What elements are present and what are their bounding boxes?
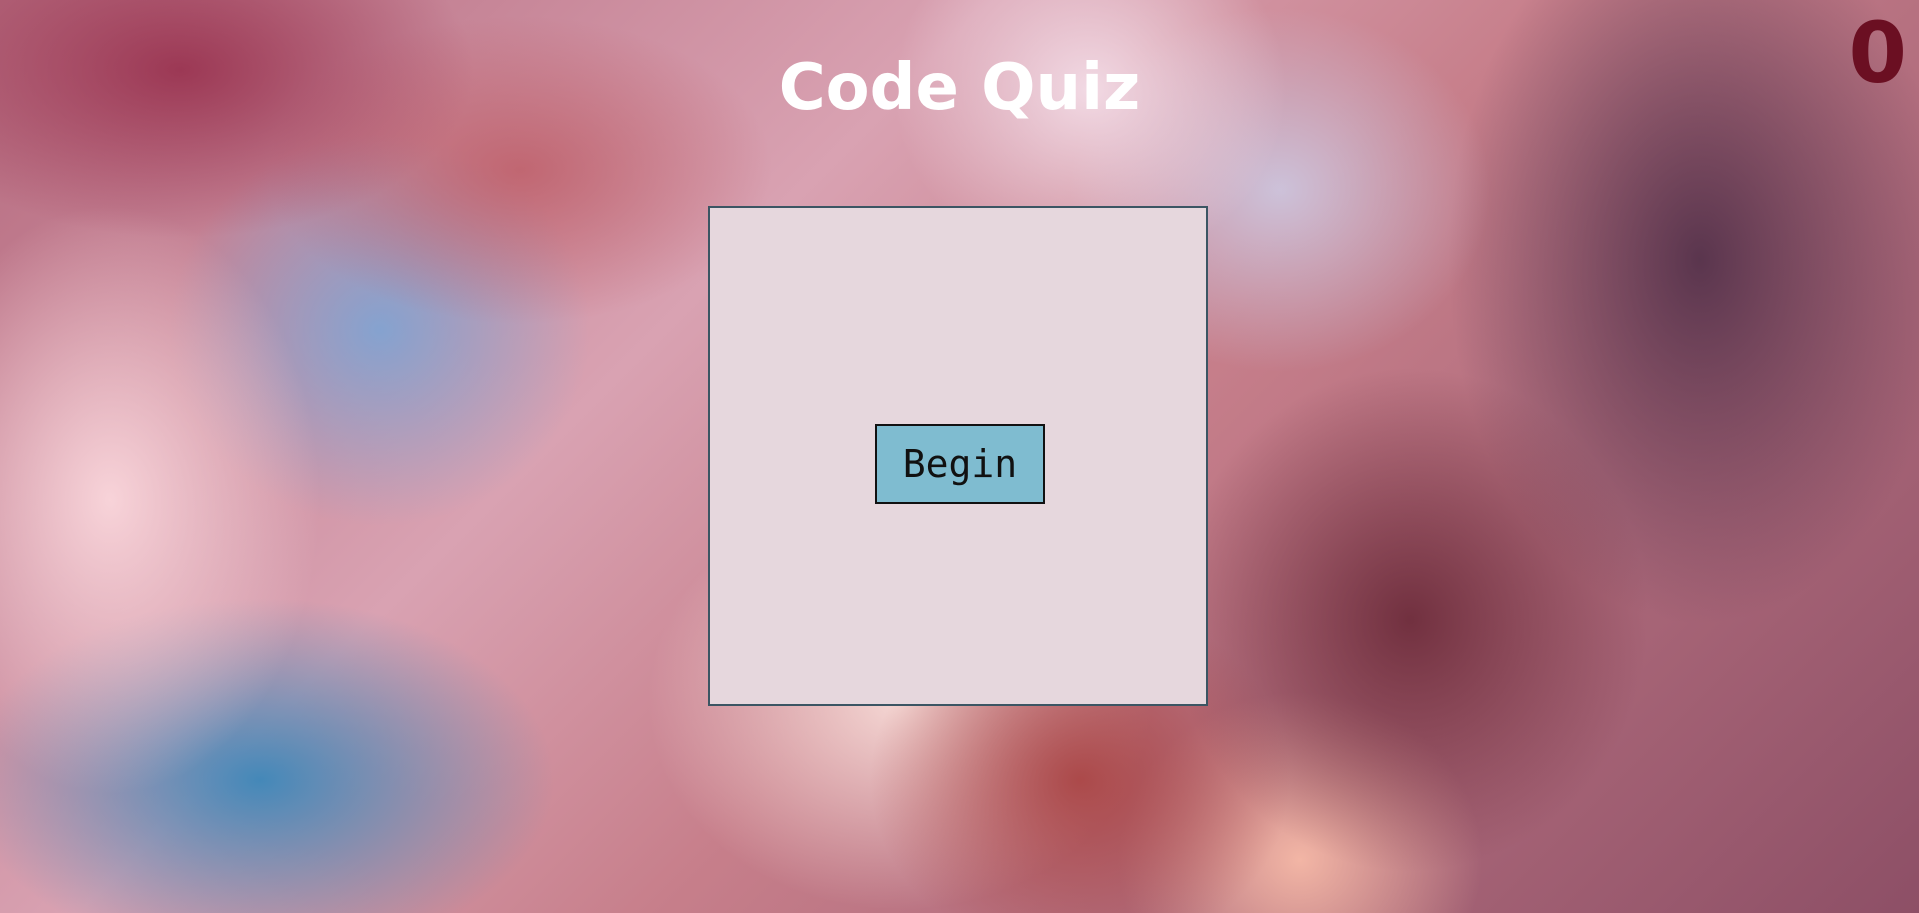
quiz-card: Begin	[708, 206, 1208, 706]
score-counter: 0	[1848, 4, 1907, 102]
begin-button[interactable]: Begin	[875, 424, 1045, 504]
page-title: Code Quiz	[778, 51, 1141, 125]
quiz-page: { "header": { "title": "Code Quiz" }, "s…	[0, 0, 1919, 913]
